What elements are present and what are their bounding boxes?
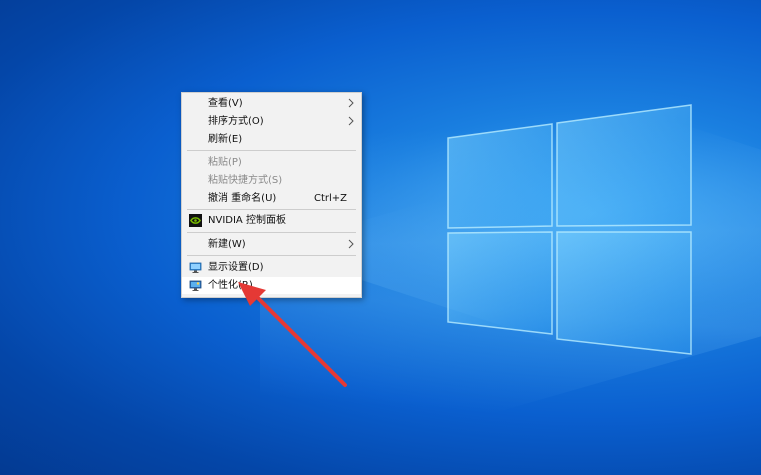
menu-item-sort[interactable]: 排序方式(O)	[182, 113, 361, 130]
desktop-wallpaper[interactable]	[0, 0, 761, 475]
menu-item-undo-rename[interactable]: 撤消 重命名(U) Ctrl+Z	[182, 190, 361, 207]
menu-item-personalize[interactable]: 个性化(R)	[182, 277, 361, 294]
windows-logo	[447, 104, 692, 355]
menu-separator	[187, 209, 356, 210]
chevron-right-icon	[348, 116, 354, 126]
menu-item-nvidia-control-panel[interactable]: NVIDIA 控制面板	[182, 212, 361, 229]
nvidia-icon	[189, 214, 202, 227]
menu-separator	[187, 150, 356, 151]
shortcut-text: Ctrl+Z	[313, 193, 347, 204]
menu-item-label: 刷新(E)	[208, 134, 243, 145]
menu-separator	[187, 232, 356, 233]
menu-item-label: 粘贴(P)	[208, 157, 242, 168]
menu-item-paste-shortcut: 粘贴快捷方式(S)	[182, 172, 361, 189]
menu-item-refresh[interactable]: 刷新(E)	[182, 131, 361, 148]
menu-item-label: 撤消 重命名(U)	[208, 193, 277, 204]
menu-item-label: NVIDIA 控制面板	[208, 215, 286, 226]
menu-item-new[interactable]: 新建(W)	[182, 236, 361, 253]
personalize-icon	[189, 280, 202, 291]
menu-item-paste: 粘贴(P)	[182, 154, 361, 171]
display-settings-icon	[189, 262, 202, 273]
menu-item-label: 显示设置(D)	[208, 262, 264, 273]
menu-item-view[interactable]: 查看(V)	[182, 95, 361, 112]
menu-item-label: 个性化(R)	[208, 280, 253, 291]
menu-item-label: 排序方式(O)	[208, 116, 264, 127]
chevron-right-icon	[348, 98, 354, 108]
menu-item-display-settings[interactable]: 显示设置(D)	[182, 259, 361, 276]
menu-item-label: 粘贴快捷方式(S)	[208, 175, 283, 186]
desktop-context-menu: 查看(V) 排序方式(O) 刷新(E) 粘贴(P) 粘贴快捷方式(S) 撤消 重…	[181, 92, 362, 298]
menu-separator	[187, 255, 356, 256]
chevron-right-icon	[348, 239, 354, 249]
menu-item-label: 查看(V)	[208, 98, 243, 109]
menu-item-label: 新建(W)	[208, 239, 246, 250]
